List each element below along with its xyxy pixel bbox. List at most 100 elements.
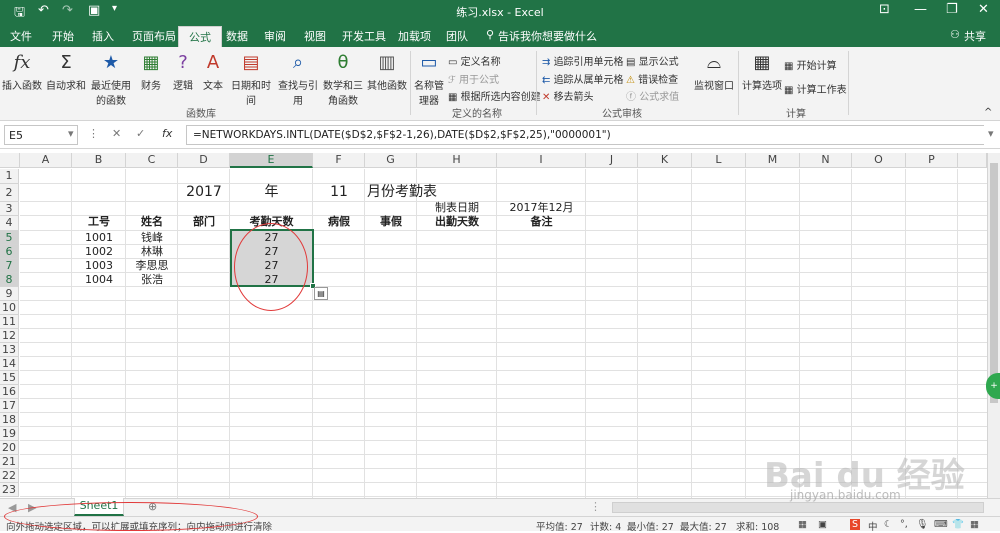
ime-icon[interactable]: S — [850, 519, 861, 530]
cell-b7[interactable]: 1003 — [72, 259, 126, 273]
row-header-19[interactable]: 19 — [0, 427, 19, 441]
name-box-dropdown-icon[interactable]: ▾ — [68, 127, 74, 140]
financial-button[interactable]: ▦ 财务 — [136, 51, 166, 92]
row-header-2[interactable]: 2 — [0, 184, 19, 202]
row-header-1[interactable]: 1 — [0, 169, 19, 184]
recent-functions-button[interactable]: ★ 最近使用的函数 — [88, 51, 134, 107]
col-header-a[interactable]: A — [20, 153, 72, 168]
calc-options-button[interactable]: ▦ 计算选项 — [742, 51, 782, 92]
create-from-selection-button[interactable]: ▦ 根据所选内容创建 — [448, 88, 541, 103]
text-button[interactable]: A 文本 — [198, 51, 228, 92]
row-header-7[interactable]: 7 — [0, 259, 19, 273]
tab-view[interactable]: 视图 — [304, 28, 326, 44]
error-checking-button[interactable]: ⚠ 错误检查 — [626, 71, 678, 86]
user-icon[interactable]: ⚇ — [950, 28, 960, 41]
keyboard-icon[interactable]: ⌨ — [934, 519, 948, 530]
col-header-m[interactable]: M — [746, 153, 800, 168]
cancel-icon[interactable]: ✕ — [112, 127, 121, 140]
col-header-j[interactable]: J — [586, 153, 638, 168]
tab-insert[interactable]: 插入 — [92, 28, 114, 44]
insert-function-button[interactable]: fx 插入函数 — [2, 51, 42, 92]
cell-c6[interactable]: 林琳 — [126, 245, 178, 259]
row-header-8[interactable]: 8 — [0, 273, 19, 287]
evaluate-formula-button[interactable]: ⓕ 公式求值 — [626, 88, 679, 103]
row-header-10[interactable]: 10 — [0, 301, 19, 315]
col-header-p[interactable]: P — [906, 153, 958, 168]
row-header-23[interactable]: 23 — [0, 483, 19, 497]
mic-icon[interactable]: 🎙 — [916, 519, 928, 530]
vertical-scrollbar[interactable] — [987, 153, 1000, 498]
name-manager-button[interactable]: ▭ 名称管理器 — [412, 51, 446, 107]
autosum-button[interactable]: Σ 自动求和 — [46, 51, 86, 92]
col-header-c[interactable]: C — [126, 153, 178, 168]
col-header-g[interactable]: G — [365, 153, 417, 168]
define-name-button[interactable]: ▭ 定义名称 — [448, 53, 501, 68]
header-name[interactable]: 姓名 — [126, 215, 178, 229]
share-button[interactable]: 共享 — [964, 28, 986, 44]
row-header-9[interactable]: 9 — [0, 287, 19, 301]
calc-sheet-button[interactable]: ▦ 计算工作表 — [784, 81, 847, 96]
header-id[interactable]: 工号 — [72, 215, 126, 229]
formula-input[interactable]: =NETWORKDAYS.INTL(DATE($D$2,$F$2-1,26),D… — [186, 125, 984, 145]
shirt-icon[interactable]: 👕 — [952, 519, 964, 530]
expand-formula-icon[interactable]: ▾ — [988, 127, 994, 140]
cell-f2[interactable]: 11 — [313, 183, 365, 201]
tab-home[interactable]: 开始 — [52, 28, 74, 44]
row-header-11[interactable]: 11 — [0, 315, 19, 329]
cell-b8[interactable]: 1004 — [72, 273, 126, 287]
header-dept[interactable]: 部门 — [178, 215, 230, 229]
col-header-k[interactable]: K — [638, 153, 692, 168]
tab-developer[interactable]: 开发工具 — [342, 28, 386, 44]
tab-team[interactable]: 团队 — [446, 28, 468, 44]
cell-e2[interactable]: 年 — [230, 183, 313, 201]
col-header-i[interactable]: I — [497, 153, 586, 168]
row-header-13[interactable]: 13 — [0, 343, 19, 357]
col-header-e[interactable]: E — [230, 153, 313, 168]
header-workdays[interactable]: 出勤天数 — [417, 215, 497, 229]
header-personal[interactable]: 事假 — [365, 215, 417, 229]
cell-g2[interactable]: 月份考勤表 — [367, 183, 467, 201]
page-layout-icon[interactable]: ▣ — [818, 519, 827, 530]
cell-h3[interactable]: 制表日期 — [417, 201, 497, 215]
tab-review[interactable]: 审阅 — [264, 28, 286, 44]
fx-button[interactable]: fx — [162, 127, 172, 140]
trace-dependents-button[interactable]: ⇇ 追踪从属单元格 — [542, 71, 624, 86]
enter-icon[interactable]: ✓ — [136, 127, 145, 140]
cell-c5[interactable]: 钱峰 — [126, 231, 178, 245]
tab-formulas[interactable]: 公式 — [178, 26, 222, 47]
row-header-17[interactable]: 17 — [0, 399, 19, 413]
vertical-scroll-thumb[interactable] — [990, 163, 998, 403]
calc-now-button[interactable]: ▦ 开始计算 — [784, 57, 837, 72]
lookup-button[interactable]: ⌕ 查找与引用 — [274, 51, 322, 107]
more-functions-button[interactable]: ▥ 其他函数 — [366, 51, 408, 92]
cell-d2[interactable]: 2017 — [178, 183, 230, 201]
row-header-21[interactable]: 21 — [0, 455, 19, 469]
row-header-14[interactable]: 14 — [0, 357, 19, 371]
datetime-button[interactable]: ▤ 日期和时间 — [228, 51, 274, 107]
tab-file[interactable]: 文件 — [10, 28, 32, 44]
col-header-o[interactable]: O — [852, 153, 906, 168]
cell-b5[interactable]: 1001 — [72, 231, 126, 245]
header-sick[interactable]: 病假 — [313, 215, 365, 229]
logical-button[interactable]: ? 逻辑 — [168, 51, 198, 92]
col-header-d[interactable]: D — [178, 153, 230, 168]
row-header-20[interactable]: 20 — [0, 441, 19, 455]
cell-i3[interactable]: 2017年12月 — [497, 201, 586, 215]
ime-moon-icon[interactable]: ☾ — [884, 519, 893, 530]
horizontal-scrollbar[interactable] — [612, 502, 984, 513]
ribbon-options-icon[interactable]: ⊡ — [879, 2, 890, 17]
col-header-f[interactable]: F — [313, 153, 365, 168]
tab-data[interactable]: 数据 — [226, 28, 248, 44]
row-header-6[interactable]: 6 — [0, 245, 19, 259]
col-header-l[interactable]: L — [692, 153, 746, 168]
col-header-h[interactable]: H — [417, 153, 497, 168]
grid-icon[interactable]: ▦ — [970, 519, 979, 530]
cell-b6[interactable]: 1002 — [72, 245, 126, 259]
show-formulas-button[interactable]: ▤ 显示公式 — [626, 53, 679, 68]
row-header-15[interactable]: 15 — [0, 371, 19, 385]
row-header-5[interactable]: 5 — [0, 231, 19, 245]
tab-page-layout[interactable]: 页面布局 — [132, 28, 176, 44]
ime-punct-icon[interactable]: °, — [900, 519, 908, 530]
row-header-4[interactable]: 4 — [0, 216, 19, 231]
collapse-ribbon-icon[interactable]: ^ — [984, 107, 992, 118]
